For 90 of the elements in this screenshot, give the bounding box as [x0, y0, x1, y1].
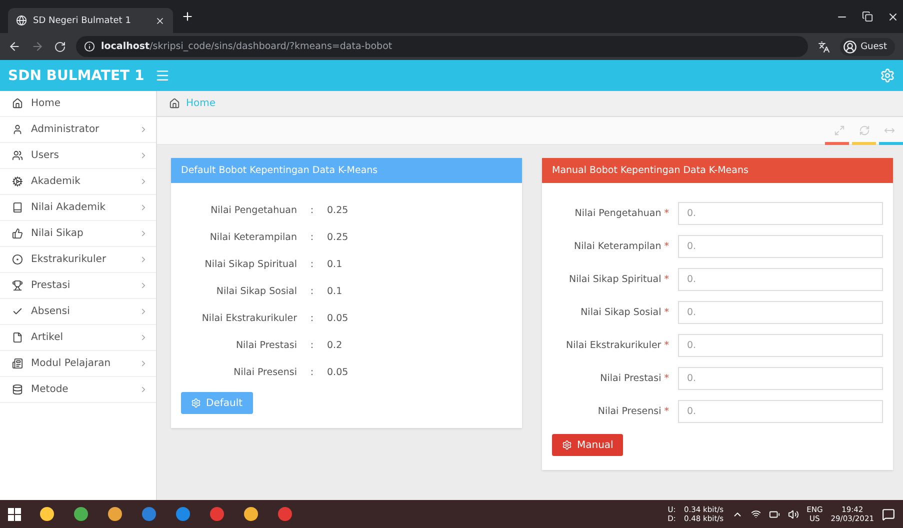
- menu-item-icon: [12, 124, 23, 135]
- menu-item-icon: [12, 280, 23, 291]
- input-field[interactable]: 0.: [678, 202, 883, 225]
- menu-item-icon: [12, 202, 23, 213]
- gear-icon: [562, 440, 572, 450]
- field-label: Nilai Keterampilan *: [573, 241, 669, 252]
- panel-header: Default Bobot Kepentingan Data K-Means: [171, 158, 522, 183]
- battery-icon[interactable]: [768, 508, 780, 520]
- brand-title: SDN BULMATET 1: [8, 68, 146, 84]
- restore-icon[interactable]: [862, 10, 873, 22]
- windows-icon[interactable]: [8, 508, 21, 520]
- sidebar-item[interactable]: Users: [0, 143, 156, 169]
- volume-icon[interactable]: [788, 508, 799, 520]
- separator-colon: :: [309, 340, 315, 351]
- field-label: Nilai Sikap Spiritual: [204, 259, 297, 270]
- sidebar-item[interactable]: Metode: [0, 377, 156, 403]
- input-field[interactable]: 0.: [678, 235, 883, 258]
- field-label: Nilai Prestasi: [234, 340, 297, 351]
- field-label: Nilai Sikap Sosial: [215, 286, 297, 297]
- home-icon: [169, 98, 180, 109]
- reload-icon[interactable]: [54, 40, 66, 52]
- profile-button[interactable]: Guest: [840, 38, 895, 56]
- app-icon[interactable]: [243, 506, 259, 522]
- separator-colon: :: [309, 232, 315, 243]
- sidebar-item[interactable]: Modul Pelajaran: [0, 351, 156, 377]
- close-icon[interactable]: [155, 16, 165, 26]
- panel-header: Manual Bobot Kepentingan Data K-Means: [542, 158, 893, 183]
- sidebar-item[interactable]: Nilai Sikap: [0, 221, 156, 247]
- input-field[interactable]: 0.: [678, 400, 883, 423]
- field-label: Nilai Keterampilan: [208, 232, 297, 243]
- browser-tab[interactable]: SD Negeri Bulmatet 1: [8, 8, 173, 33]
- field-value: 0.25: [327, 232, 350, 243]
- field-label: Nilai Sikap Sosial *: [580, 307, 669, 318]
- field-value: 0.1: [327, 259, 344, 270]
- separator-colon: :: [309, 259, 315, 270]
- app-icon[interactable]: [39, 506, 55, 522]
- wifi-icon[interactable]: [750, 509, 761, 519]
- field-label: Nilai Prestasi *: [599, 373, 669, 384]
- notification-icon[interactable]: [882, 508, 895, 520]
- menu-item-icon: [12, 228, 23, 239]
- field-label: Nilai Sikap Spiritual *: [568, 274, 669, 285]
- forward-icon[interactable]: [31, 40, 44, 53]
- menu-item-icon: [12, 306, 23, 317]
- field-value: 0.1: [327, 286, 344, 297]
- menu-item-icon: [12, 384, 23, 395]
- app-icon[interactable]: [73, 506, 89, 522]
- sidebar-item[interactable]: Prestasi: [0, 273, 156, 299]
- close-icon[interactable]: [887, 10, 899, 22]
- input-field[interactable]: 0.: [678, 268, 883, 291]
- sidebar-item[interactable]: Ekstrakurikuler: [0, 247, 156, 273]
- separator-colon: :: [309, 313, 315, 324]
- user-icon: [842, 40, 857, 54]
- app-icon[interactable]: [107, 506, 123, 522]
- translate-icon[interactable]: [818, 40, 830, 52]
- separator-colon: :: [309, 367, 315, 378]
- field-label: Nilai Ekstrakurikuler: [200, 313, 297, 324]
- sidebar-item[interactable]: Absensi: [0, 299, 156, 325]
- field-value: 0.05: [327, 367, 350, 378]
- sidebar-item[interactable]: Home: [0, 91, 156, 117]
- app-icon[interactable]: [175, 506, 191, 522]
- field-value: 0.2: [327, 340, 344, 351]
- address-bar[interactable]: localhost/skripsi_code/sins/dashboard/?kmeans=data-bobot: [76, 36, 808, 57]
- input-field[interactable]: 0.: [678, 334, 883, 357]
- input-field[interactable]: 0.: [678, 367, 883, 390]
- menu-item-icon: [12, 176, 23, 187]
- field-label: Nilai Pengetahuan *: [574, 208, 669, 219]
- manual-button[interactable]: Manual: [552, 434, 624, 456]
- menu-item-icon: [12, 358, 23, 369]
- separator-colon: :: [309, 205, 315, 216]
- menu-item-icon: [12, 98, 23, 109]
- sidebar-item[interactable]: Administrator: [0, 117, 156, 143]
- field-label: Nilai Presensi *: [596, 406, 669, 417]
- new-tab-icon[interactable]: [181, 10, 194, 23]
- globe-icon: [16, 15, 27, 26]
- menu-item-icon: [12, 150, 23, 161]
- field-label: Nilai Ekstrakurikuler *: [565, 340, 669, 351]
- input-field[interactable]: 0.: [678, 301, 883, 324]
- field-value: 0.25: [327, 205, 350, 216]
- menu-item-icon: [12, 332, 23, 343]
- info-icon[interactable]: [84, 41, 95, 52]
- field-label: Nilai Presensi: [232, 367, 297, 378]
- separator-colon: :: [309, 286, 315, 297]
- sidebar-item[interactable]: Nilai Akademik: [0, 195, 156, 221]
- field-label: Nilai Pengetahuan: [210, 205, 297, 216]
- menu-item-icon: [12, 254, 23, 265]
- field-value: 0.05: [327, 313, 350, 324]
- sidebar-item[interactable]: Akademik: [0, 169, 156, 195]
- back-icon[interactable]: [8, 40, 21, 53]
- sidebar-item[interactable]: Artikel: [0, 325, 156, 351]
- gear-icon: [191, 398, 201, 408]
